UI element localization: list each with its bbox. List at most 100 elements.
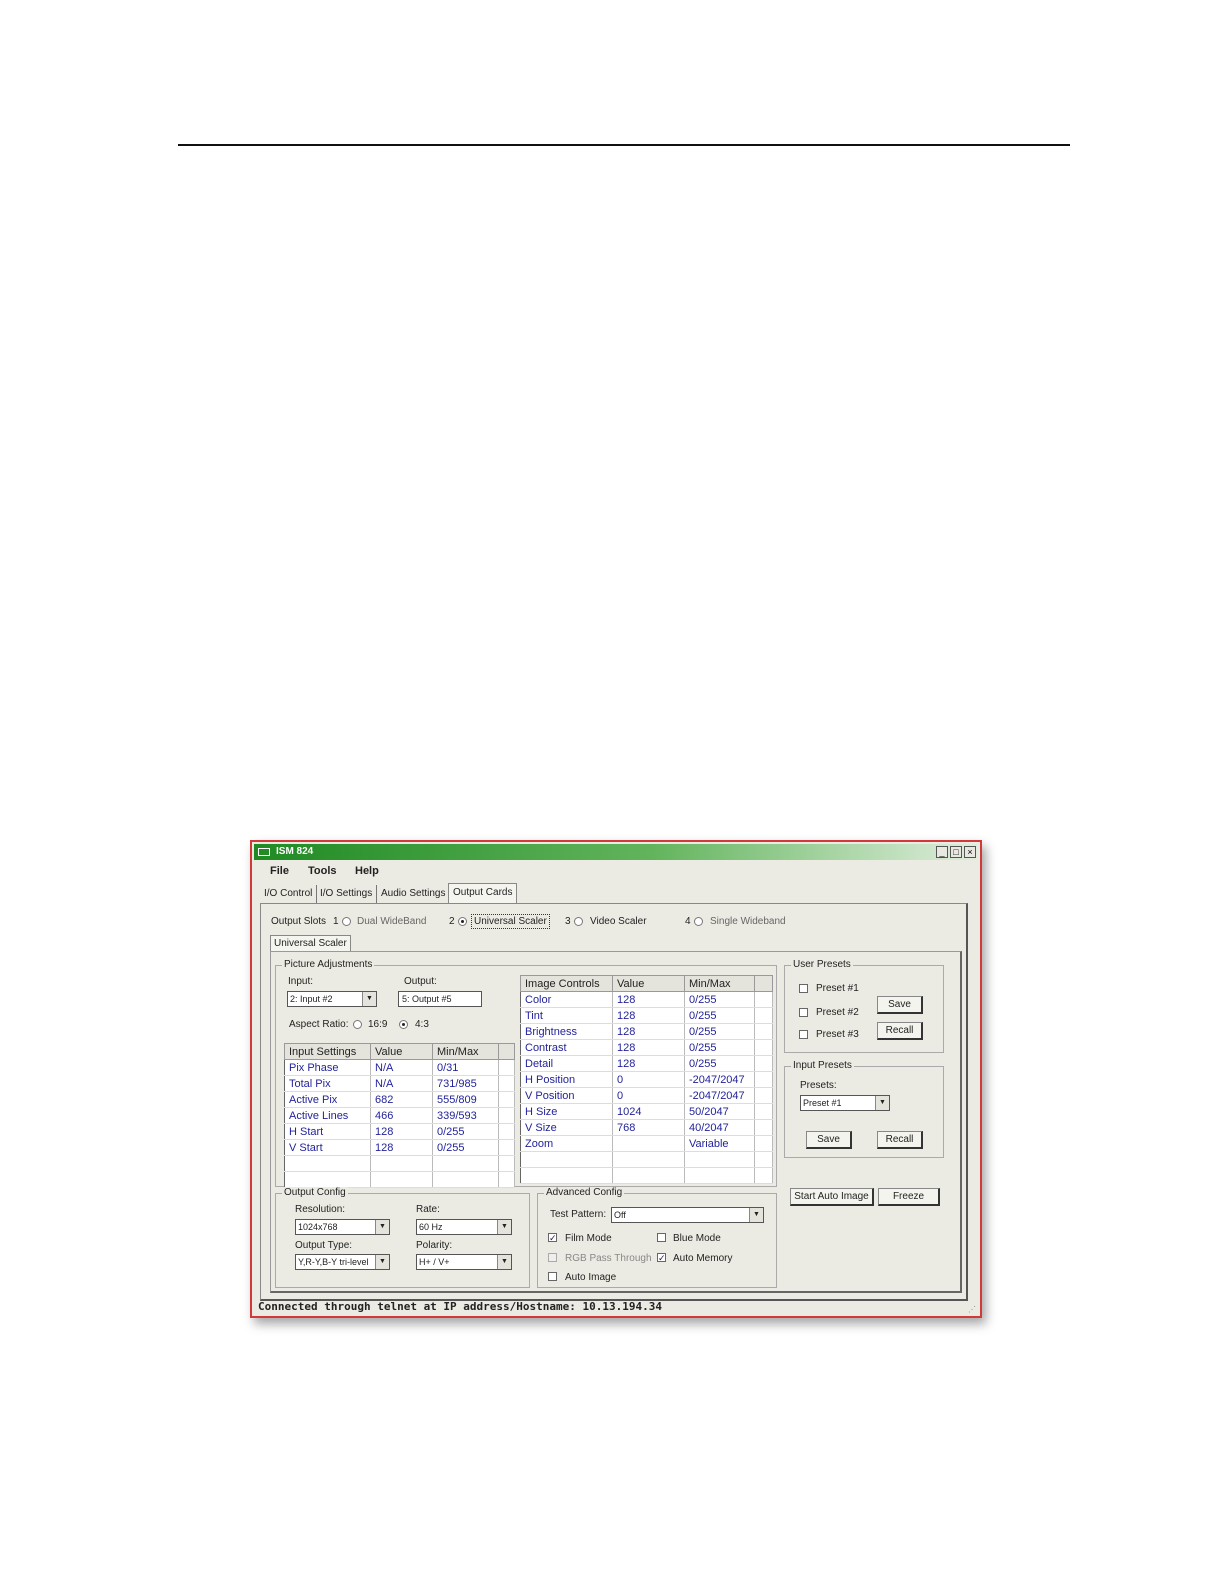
output-field[interactable]: 5: Output #5 xyxy=(398,991,482,1007)
input-select[interactable]: 2: Input #2 ▼ xyxy=(287,991,377,1007)
control-name: H Position xyxy=(520,1071,613,1088)
chevron-down-icon[interactable]: ▼ xyxy=(375,1220,389,1234)
table-row[interactable]: H Size 1024 50/2047 xyxy=(520,1103,773,1120)
aspect-16-9-radio[interactable] xyxy=(353,1020,362,1029)
preset-1-checkbox[interactable] xyxy=(799,984,808,993)
table-row[interactable]: V Position 0 -2047/2047 xyxy=(520,1087,773,1104)
setting-value[interactable]: N/A xyxy=(370,1075,433,1092)
table-row[interactable]: Zoom Variable xyxy=(520,1135,773,1152)
image-controls-column-header[interactable]: Image Controls xyxy=(520,975,613,992)
chevron-down-icon[interactable]: ▼ xyxy=(362,992,376,1006)
table-row[interactable]: Active Pix 682 555/809 xyxy=(284,1091,515,1108)
table-row[interactable]: Brightness 128 0/255 xyxy=(520,1023,773,1040)
tab-io-control[interactable]: I/O Control xyxy=(260,885,318,903)
slot-4-number: 4 xyxy=(685,916,691,927)
table-row[interactable]: Tint 128 0/255 xyxy=(520,1007,773,1024)
table-row[interactable]: Pix Phase N/A 0/31 xyxy=(284,1059,515,1076)
maximize-icon[interactable]: □ xyxy=(950,846,962,858)
table-row[interactable]: H Start 128 0/255 xyxy=(284,1123,515,1140)
test-pattern-label: Test Pattern: xyxy=(550,1209,607,1220)
table-row[interactable]: H Position 0 -2047/2047 xyxy=(520,1071,773,1088)
auto-image-checkbox[interactable] xyxy=(548,1272,557,1281)
tab-universal-scaler[interactable]: Universal Scaler xyxy=(270,935,351,952)
rate-select[interactable]: 60 Hz ▼ xyxy=(416,1219,512,1235)
slot-2-radio[interactable] xyxy=(458,917,467,926)
aspect-4-3-radio[interactable] xyxy=(399,1020,408,1029)
preset-3-label: Preset #3 xyxy=(816,1029,859,1040)
table-row[interactable]: Active Lines 466 339/593 xyxy=(284,1107,515,1124)
close-icon[interactable]: × xyxy=(964,846,976,858)
chevron-down-icon[interactable]: ▼ xyxy=(375,1255,389,1269)
control-value[interactable]: 128 xyxy=(612,1023,685,1040)
minimize-icon[interactable]: _ xyxy=(936,846,948,858)
setting-value[interactable]: 466 xyxy=(370,1107,433,1124)
menu-help[interactable]: Help xyxy=(355,865,379,877)
table-row[interactable]: Contrast 128 0/255 xyxy=(520,1039,773,1056)
chevron-down-icon[interactable]: ▼ xyxy=(497,1255,511,1269)
slot-1-radio[interactable] xyxy=(342,917,351,926)
control-value[interactable] xyxy=(612,1135,685,1152)
blue-mode-label: Blue Mode xyxy=(673,1233,721,1244)
control-value[interactable]: 128 xyxy=(612,991,685,1008)
control-value[interactable]: 768 xyxy=(612,1119,685,1136)
control-value[interactable]: 128 xyxy=(612,1055,685,1072)
tab-audio-settings[interactable]: Audio Settings xyxy=(377,885,451,903)
image-value-column-header[interactable]: Value xyxy=(612,975,685,992)
input-presets-save-button[interactable]: Save xyxy=(806,1131,852,1149)
rgb-pass-through-checkbox[interactable] xyxy=(548,1253,557,1262)
table-row[interactable]: V Size 768 40/2047 xyxy=(520,1119,773,1136)
user-presets-save-button[interactable]: Save xyxy=(877,996,923,1014)
table-row[interactable]: Color 128 0/255 xyxy=(520,991,773,1008)
setting-value[interactable]: 128 xyxy=(370,1139,433,1156)
setting-value[interactable]: 128 xyxy=(370,1123,433,1140)
auto-memory-checkbox[interactable]: ✓ xyxy=(657,1253,666,1263)
resize-grip-icon[interactable]: ⋰ xyxy=(968,1305,976,1314)
chevron-down-icon[interactable]: ▼ xyxy=(875,1096,889,1110)
control-value[interactable]: 0 xyxy=(612,1071,685,1088)
setting-name: H Start xyxy=(284,1123,371,1140)
tab-io-settings[interactable]: I/O Settings xyxy=(316,885,378,903)
control-value[interactable]: 0 xyxy=(612,1087,685,1104)
input-settings-column-header[interactable]: Input Settings xyxy=(284,1043,371,1060)
preset-3-checkbox[interactable] xyxy=(799,1030,808,1039)
control-value[interactable]: 128 xyxy=(612,1039,685,1056)
blue-mode-checkbox[interactable] xyxy=(657,1233,666,1242)
chevron-down-icon[interactable]: ▼ xyxy=(749,1208,763,1222)
image-minmax-column-header[interactable]: Min/Max xyxy=(684,975,755,992)
control-name: V Size xyxy=(520,1119,613,1136)
control-value[interactable]: 1024 xyxy=(612,1103,685,1120)
tab-output-cards[interactable]: Output Cards xyxy=(448,883,518,904)
aspect-4-3-label: 4:3 xyxy=(415,1019,429,1030)
control-range: 40/2047 xyxy=(684,1119,755,1136)
row-spacer xyxy=(754,1023,773,1040)
input-value-column-header[interactable]: Value xyxy=(370,1043,433,1060)
resolution-select[interactable]: 1024x768 ▼ xyxy=(295,1219,390,1235)
column-header-spacer xyxy=(498,1043,515,1060)
table-row[interactable]: V Start 128 0/255 xyxy=(284,1139,515,1156)
output-type-select[interactable]: Y,R-Y,B-Y tri-level ▼ xyxy=(295,1254,390,1270)
film-mode-checkbox[interactable]: ✓ xyxy=(548,1233,557,1243)
app-icon xyxy=(258,848,270,856)
table-row[interactable]: Detail 128 0/255 xyxy=(520,1055,773,1072)
setting-range: 0/255 xyxy=(432,1139,499,1156)
slot-4-radio[interactable] xyxy=(694,917,703,926)
input-presets-recall-button[interactable]: Recall xyxy=(877,1131,923,1149)
start-auto-image-button[interactable]: Start Auto Image xyxy=(790,1188,874,1206)
test-pattern-select[interactable]: Off ▼ xyxy=(611,1207,764,1223)
input-minmax-column-header[interactable]: Min/Max xyxy=(432,1043,499,1060)
input-presets-select[interactable]: Preset #1 ▼ xyxy=(800,1095,890,1111)
setting-value[interactable]: N/A xyxy=(370,1059,433,1076)
setting-value[interactable]: 682 xyxy=(370,1091,433,1108)
table-row[interactable]: Total Pix N/A 731/985 xyxy=(284,1075,515,1092)
slot-3-radio[interactable] xyxy=(574,917,583,926)
menu-file[interactable]: File xyxy=(270,865,289,877)
menu-tools[interactable]: Tools xyxy=(308,865,337,877)
preset-2-checkbox[interactable] xyxy=(799,1008,808,1017)
control-value[interactable]: 128 xyxy=(612,1007,685,1024)
setting-name: V Start xyxy=(284,1139,371,1156)
rate-select-value: 60 Hz xyxy=(419,1222,443,1232)
freeze-button[interactable]: Freeze xyxy=(878,1188,940,1206)
chevron-down-icon[interactable]: ▼ xyxy=(497,1220,511,1234)
user-presets-recall-button[interactable]: Recall xyxy=(877,1022,923,1040)
polarity-select[interactable]: H+ / V+ ▼ xyxy=(416,1254,512,1270)
